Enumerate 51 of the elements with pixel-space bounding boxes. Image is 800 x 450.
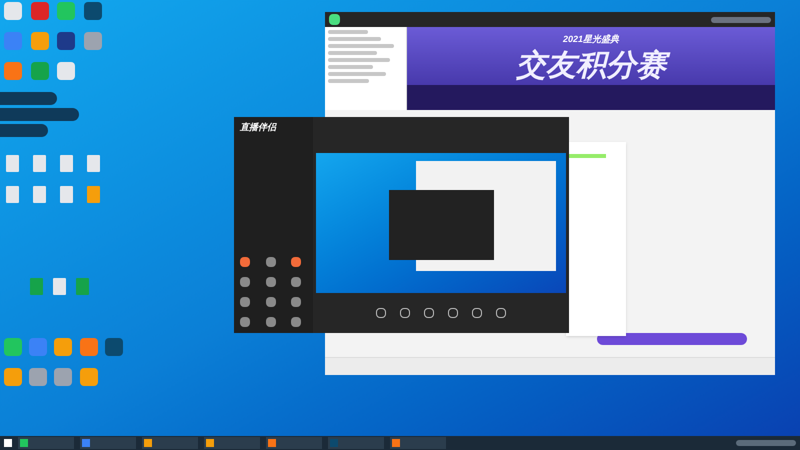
desktop-icon[interactable] bbox=[30, 2, 48, 20]
desktop-icon[interactable] bbox=[104, 338, 123, 356]
taskbar-button[interactable] bbox=[142, 437, 198, 449]
app-icon bbox=[330, 439, 338, 447]
app-icon bbox=[206, 439, 214, 447]
desktop-icon[interactable] bbox=[54, 338, 72, 356]
file-icon[interactable] bbox=[6, 155, 19, 172]
start-icon[interactable] bbox=[4, 439, 12, 447]
taskbar-button[interactable] bbox=[390, 437, 446, 449]
taskbar-button[interactable] bbox=[266, 437, 322, 449]
tool-icon[interactable] bbox=[291, 257, 302, 267]
file-icon[interactable] bbox=[30, 278, 43, 295]
desktop-icon[interactable] bbox=[4, 368, 22, 386]
desktop-icon[interactable] bbox=[57, 62, 75, 80]
file-icon[interactable] bbox=[60, 155, 73, 172]
app-icon bbox=[20, 439, 28, 447]
file-icon[interactable] bbox=[53, 278, 66, 295]
app-icon bbox=[82, 439, 90, 447]
notification-pill[interactable] bbox=[0, 124, 48, 137]
tool-icon[interactable] bbox=[291, 277, 302, 287]
banner-title: 交友积分赛 bbox=[510, 46, 672, 84]
banner-subtitle: 2021星光盛典 bbox=[562, 33, 620, 46]
file-icon[interactable] bbox=[33, 155, 46, 172]
desktop-icon[interactable] bbox=[4, 2, 22, 20]
taskbar-button[interactable] bbox=[80, 437, 136, 449]
taskbar-button[interactable] bbox=[18, 437, 74, 449]
file-icon[interactable] bbox=[87, 155, 100, 172]
tool-icon[interactable] bbox=[266, 277, 276, 287]
tool-icon[interactable] bbox=[291, 297, 302, 307]
desktop-icon[interactable] bbox=[57, 32, 75, 50]
desktop-icon[interactable] bbox=[4, 338, 22, 356]
file-icon[interactable] bbox=[33, 186, 46, 203]
file-icon[interactable] bbox=[87, 186, 100, 203]
tool-icon[interactable] bbox=[291, 317, 302, 327]
app-logo-icon bbox=[329, 14, 340, 25]
file-icon[interactable] bbox=[6, 186, 19, 203]
desktop-icon[interactable] bbox=[80, 368, 98, 386]
file-icon[interactable] bbox=[60, 186, 73, 203]
tool-icon[interactable] bbox=[266, 317, 276, 327]
tool-icon[interactable] bbox=[266, 257, 276, 267]
desktop-icon[interactable] bbox=[84, 2, 102, 20]
desktop-icon[interactable] bbox=[29, 368, 48, 386]
taskbar-button[interactable] bbox=[204, 437, 260, 449]
desktop-icon[interactable] bbox=[54, 368, 72, 386]
notification-pill[interactable] bbox=[0, 92, 57, 105]
app-logo: 直播伴侣 bbox=[238, 121, 278, 134]
app-icon bbox=[392, 439, 400, 447]
app-icon bbox=[268, 439, 276, 447]
tool-icon[interactable] bbox=[266, 297, 276, 307]
app-icon bbox=[144, 439, 152, 447]
file-icon[interactable] bbox=[76, 278, 89, 295]
